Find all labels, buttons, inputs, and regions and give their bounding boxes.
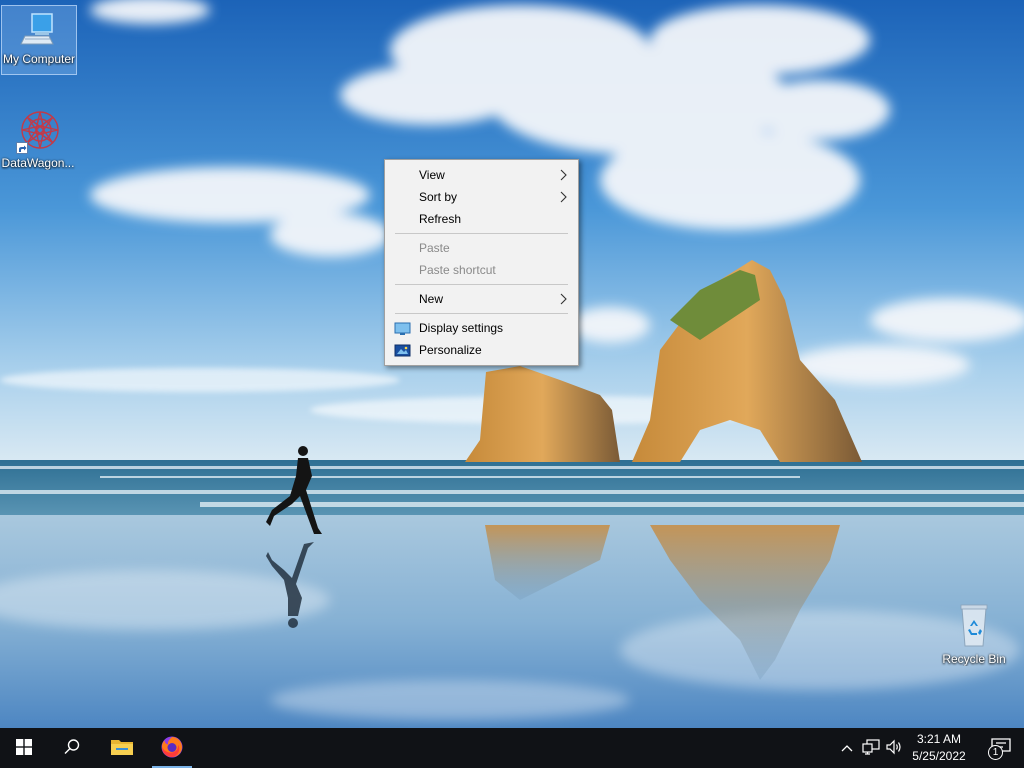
desktop-icon-label: Recycle Bin [942, 652, 1006, 666]
menu-item-personalize[interactable]: Personalize [385, 339, 578, 361]
firefox-button[interactable] [148, 728, 196, 768]
menu-separator [395, 313, 568, 314]
file-explorer-icon [110, 737, 134, 760]
desktop-icon-my-computer[interactable]: My Computer [1, 5, 77, 75]
computer-icon [19, 10, 59, 50]
desktop-context-menu: View Sort by Refresh Paste Paste shortcu… [384, 159, 579, 366]
menu-item-label: Paste shortcut [419, 263, 496, 277]
menu-item-label: Personalize [419, 343, 482, 357]
menu-item-sort-by[interactable]: Sort by [385, 186, 578, 208]
taskbar-clock[interactable]: 3:21 AM 5/25/2022 [903, 731, 975, 765]
recycle-bin-icon [950, 602, 998, 650]
search-icon [63, 738, 81, 759]
chevron-right-icon [558, 186, 568, 208]
menu-item-display-settings[interactable]: Display settings [385, 317, 578, 339]
menu-item-label: View [419, 168, 445, 182]
windows-start-icon [16, 738, 32, 758]
show-hidden-icons-button[interactable] [836, 738, 858, 758]
volume-icon [886, 739, 904, 758]
menu-item-label: Display settings [419, 321, 504, 335]
menu-item-view[interactable]: View [385, 164, 578, 186]
taskbar: 3:21 AM 5/25/2022 1 [0, 728, 1024, 768]
network-button[interactable] [860, 738, 882, 758]
menu-item-new[interactable]: New [385, 288, 578, 310]
menu-item-label: New [419, 292, 444, 306]
display-settings-icon [394, 321, 411, 335]
menu-item-label: Sort by [419, 190, 458, 204]
chevron-right-icon [558, 288, 568, 310]
notification-count-badge: 1 [988, 745, 1003, 760]
file-explorer-button[interactable] [98, 728, 146, 768]
datawagon-icon [14, 106, 62, 154]
menu-item-refresh[interactable]: Refresh [385, 208, 578, 230]
menu-separator [395, 284, 568, 285]
menu-item-label: Paste [419, 241, 450, 255]
desktop-icon-datawagon[interactable]: DataWagon... [0, 106, 76, 170]
menu-item-paste-shortcut[interactable]: Paste shortcut [385, 259, 578, 281]
desktop-icon-recycle-bin[interactable]: Recycle Bin [936, 602, 1012, 666]
menu-item-paste[interactable]: Paste [385, 237, 578, 259]
personalize-icon [394, 343, 411, 357]
search-button[interactable] [48, 728, 96, 768]
menu-item-label: Refresh [419, 212, 462, 226]
desktop-icon-label: My Computer [2, 52, 76, 66]
start-button[interactable] [0, 728, 48, 768]
firefox-icon [160, 735, 184, 762]
desktop-icon-label: DataWagon... [1, 156, 75, 170]
network-icon [862, 738, 880, 758]
clock-time: 3:21 AM [916, 732, 962, 746]
shortcut-arrow-icon [16, 142, 28, 154]
clock-date: 5/25/2022 [912, 749, 966, 763]
menu-separator [395, 233, 568, 234]
chevron-up-icon [841, 741, 853, 755]
chevron-right-icon [558, 164, 568, 186]
